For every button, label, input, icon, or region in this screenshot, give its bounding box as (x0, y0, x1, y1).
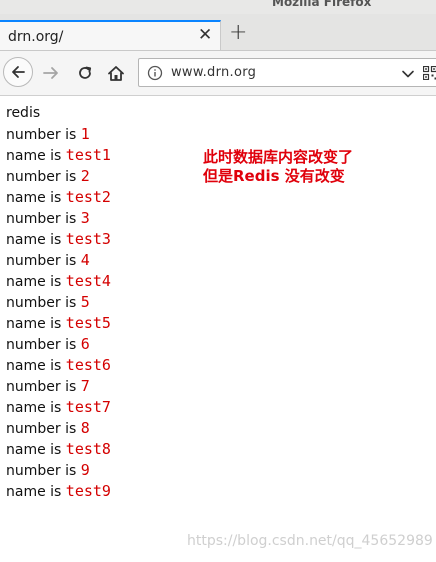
back-arrow-icon (12, 66, 25, 78)
name-label: name is (6, 190, 66, 206)
watermark: https://blog.csdn.net/qq_45652989 (187, 533, 433, 549)
forward-button[interactable] (40, 62, 62, 84)
new-tab-icon[interactable]: + (229, 22, 247, 44)
name-line: name is test6 (6, 355, 426, 376)
number-value: 6 (80, 335, 90, 353)
name-label: name is (6, 358, 66, 374)
name-label: name is (6, 400, 66, 416)
number-value: 7 (80, 377, 90, 395)
name-value: test5 (65, 314, 111, 332)
number-line: number is 8 (6, 418, 426, 439)
number-line: number is 7 (6, 376, 426, 397)
name-label: name is (6, 442, 66, 458)
chevron-down-icon[interactable] (401, 67, 415, 81)
name-value: test2 (65, 188, 111, 206)
name-label: name is (6, 232, 66, 248)
number-label: number is (6, 337, 81, 353)
name-label: name is (6, 316, 66, 332)
number-line: number is 3 (6, 208, 426, 229)
reload-icon (79, 66, 92, 79)
home-button[interactable] (105, 62, 127, 84)
name-value: test8 (65, 440, 111, 458)
home-icon (108, 65, 124, 81)
number-value: 1 (80, 125, 90, 143)
number-value: 2 (80, 167, 90, 185)
number-line: number is 4 (6, 250, 426, 271)
name-value: test7 (65, 398, 111, 416)
number-label: number is (6, 379, 81, 395)
address-bar[interactable]: www.drn.org (138, 58, 436, 87)
name-value: test3 (65, 230, 111, 248)
annotation-note: 此时数据库内容改变了 但是Redis 没有改变 (203, 148, 353, 186)
name-line: name is test3 (6, 229, 426, 250)
number-value: 5 (80, 293, 90, 311)
forward-arrow-icon (43, 67, 58, 79)
name-label: name is (6, 148, 66, 164)
number-label: number is (6, 463, 81, 479)
name-label: name is (6, 274, 66, 290)
number-value: 4 (80, 251, 90, 269)
name-line: name is test8 (6, 439, 426, 460)
number-line: number is 5 (6, 292, 426, 313)
name-value: test6 (65, 356, 111, 374)
name-value: test9 (65, 482, 111, 500)
tab-strip: drn.org/ ✕ + (0, 14, 436, 51)
number-line: number is 1 (6, 124, 426, 145)
number-label: number is (6, 127, 81, 143)
name-line: name is test5 (6, 313, 426, 334)
name-label: name is (6, 484, 66, 500)
window-title: Mozilla Firefox (272, 0, 372, 9)
page-heading: redis (6, 105, 41, 121)
back-button[interactable] (3, 57, 33, 87)
name-line: name is test7 (6, 397, 426, 418)
name-value: test4 (65, 272, 111, 290)
reload-button[interactable] (74, 62, 96, 84)
info-icon[interactable] (147, 65, 163, 81)
tab-label: drn.org/ (8, 29, 64, 45)
number-label: number is (6, 169, 81, 185)
number-label: number is (6, 253, 81, 269)
navigation-toolbar: www.drn.org (0, 51, 436, 96)
close-tab-icon[interactable]: ✕ (198, 26, 212, 44)
number-value: 9 (80, 461, 90, 479)
qr-code-icon[interactable] (423, 66, 436, 80)
number-line: number is 6 (6, 334, 426, 355)
window-titlebar: Mozilla Firefox (0, 0, 436, 15)
annotation-line: 此时数据库内容改变了 (203, 148, 354, 166)
number-label: number is (6, 295, 81, 311)
number-label: number is (6, 211, 81, 227)
name-line: name is test2 (6, 187, 426, 208)
number-value: 8 (80, 419, 90, 437)
number-label: number is (6, 421, 81, 437)
annotation-line: 但是Redis 没有改变 (203, 167, 345, 185)
number-line: number is 9 (6, 460, 426, 481)
name-value: test1 (65, 146, 111, 164)
name-line: name is test9 (6, 481, 426, 502)
url-text[interactable]: www.drn.org (171, 65, 256, 80)
tab-drn-org[interactable]: drn.org/ ✕ (0, 20, 221, 50)
name-line: name is test4 (6, 271, 426, 292)
number-value: 3 (80, 209, 90, 227)
